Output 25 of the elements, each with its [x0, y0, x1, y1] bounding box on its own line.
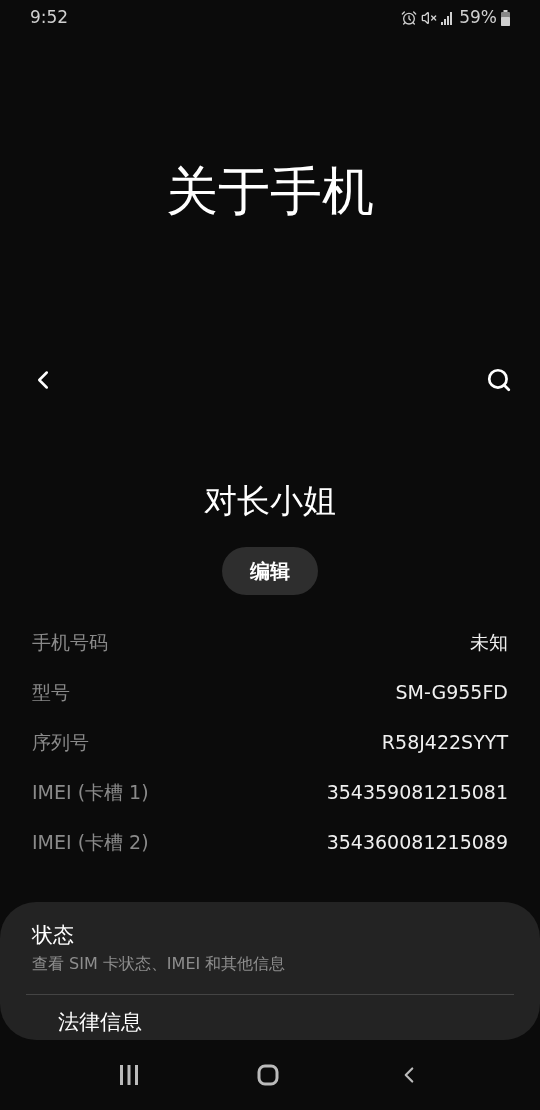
search-icon[interactable] [486, 367, 512, 393]
battery-icon [501, 10, 510, 26]
info-label: 型号 [32, 679, 70, 705]
info-value: 354359081215081 [326, 779, 508, 805]
info-value: R58J422SYYT [381, 729, 508, 755]
info-value: SM-G955FD [395, 679, 508, 705]
signal-icon [441, 11, 454, 25]
info-label: 手机号码 [32, 629, 108, 655]
mute-icon [421, 10, 438, 26]
page-title: 关于手机 [166, 165, 374, 217]
info-label: IMEI (卡槽 2) [32, 829, 149, 855]
info-label: 序列号 [32, 729, 89, 755]
recents-icon[interactable] [118, 1065, 141, 1085]
status-time: 9:52 [30, 6, 69, 30]
info-label: IMEI (卡槽 1) [32, 779, 149, 805]
info-value: 354360081215089 [326, 829, 508, 855]
battery-percent: 59% [459, 6, 497, 30]
alarm-icon [401, 10, 418, 26]
device-name: 对长小姐 [204, 484, 336, 517]
info-value: 未知 [470, 629, 508, 655]
edit-button[interactable]: 编辑 [222, 547, 318, 595]
menu-item-subtitle: 查看 SIM 卡状态、IMEI 和其他信息 [32, 953, 287, 976]
menu-item-title[interactable]: 状态 [32, 922, 508, 949]
menu-item-title[interactable]: 法律信息 [58, 1009, 482, 1036]
home-icon[interactable] [257, 1064, 279, 1086]
